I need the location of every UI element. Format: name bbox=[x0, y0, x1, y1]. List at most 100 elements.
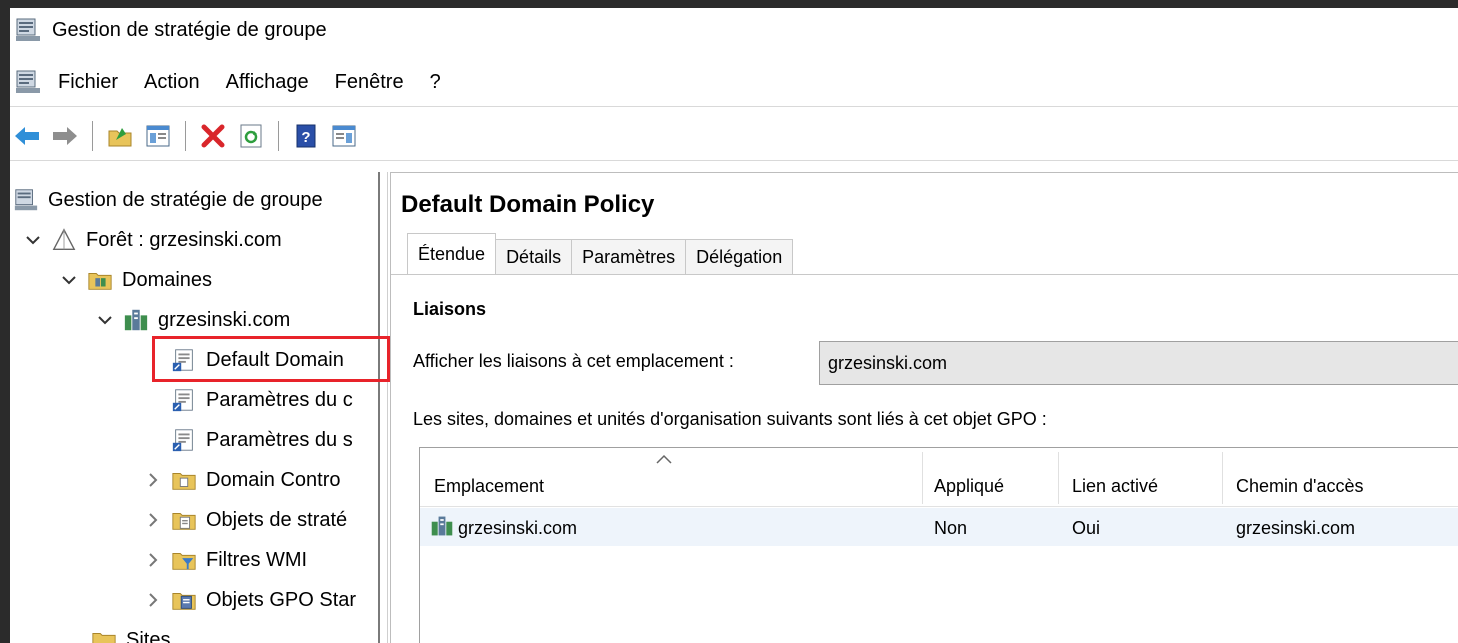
tree-label-gpo-objects: Objets de straté bbox=[206, 508, 348, 531]
column-divider[interactable] bbox=[922, 452, 923, 504]
window-title: Gestion de stratégie de groupe bbox=[52, 18, 327, 41]
tab-details[interactable]: Détails bbox=[495, 239, 573, 275]
up-folder-button[interactable] bbox=[103, 119, 137, 153]
console-tree: Gestion de stratégie de groupe Forêt : g… bbox=[10, 172, 378, 643]
tree-label-param-s: Paramètres du s bbox=[206, 428, 353, 451]
refresh-button[interactable] bbox=[234, 119, 268, 153]
menu-action[interactable]: Action bbox=[142, 69, 202, 96]
ou-folder-icon bbox=[170, 466, 198, 494]
delete-button[interactable] bbox=[196, 119, 230, 153]
tree-node-param-c[interactable]: Paramètres du c bbox=[170, 380, 353, 420]
gpo-folder-icon bbox=[170, 506, 198, 534]
forward-icon bbox=[53, 127, 77, 145]
menu-fenetre[interactable]: Fenêtre bbox=[333, 69, 406, 96]
cell-location: grzesinski.com bbox=[458, 518, 578, 538]
pane-splitter[interactable] bbox=[378, 172, 388, 643]
gpo-link-icon bbox=[170, 346, 198, 374]
toolbar-separator bbox=[185, 121, 186, 151]
column-header-lien-active[interactable]: Lien activé bbox=[1072, 476, 1158, 497]
column-divider[interactable] bbox=[1222, 452, 1223, 504]
display-links-value: grzesinski.com bbox=[828, 352, 948, 373]
column-divider[interactable] bbox=[1058, 452, 1059, 504]
chevron-right-icon[interactable] bbox=[142, 509, 164, 531]
tree-label-forest: Forêt : grzesinski.com bbox=[86, 228, 282, 251]
chevron-down-icon[interactable] bbox=[58, 269, 80, 291]
column-header-emplacement[interactable]: Emplacement bbox=[434, 476, 544, 497]
tree-node-domain-controllers[interactable]: Domain Contro bbox=[142, 460, 341, 500]
tree-node-domains[interactable]: Domaines bbox=[58, 260, 212, 300]
tree-node-default-domain[interactable]: Default Domain bbox=[170, 340, 344, 380]
display-links-label: Afficher les liaisons à cet emplacement … bbox=[413, 351, 734, 371]
show-action-pane-button[interactable] bbox=[327, 119, 361, 153]
chevron-right-icon[interactable] bbox=[142, 589, 164, 611]
tree-node-wmi-filters[interactable]: Filtres WMI bbox=[142, 540, 307, 580]
domain-icon bbox=[122, 306, 150, 334]
chevron-down-icon[interactable] bbox=[22, 229, 44, 251]
cell-path: grzesinski.com bbox=[1236, 518, 1356, 538]
delete-icon bbox=[201, 124, 225, 148]
menu-divider bbox=[10, 106, 1458, 107]
tree-node-sites[interactable]: Sites bbox=[90, 620, 170, 643]
gpmc-window: Gestion de stratégie de groupe Fichier A… bbox=[10, 8, 1458, 643]
tree-label-param-c: Paramètres du c bbox=[206, 388, 353, 411]
links-list: Emplacement Appliqué Lien activé Chemin … bbox=[419, 447, 1458, 643]
menu-bar: Fichier Action Affichage Fenêtre ? bbox=[10, 60, 1458, 104]
section-heading-liaisons: Liaisons bbox=[413, 299, 487, 319]
title-bar: Gestion de stratégie de groupe bbox=[10, 8, 1458, 52]
show-hide-tree-button[interactable] bbox=[141, 119, 175, 153]
tab-baseline bbox=[391, 274, 1458, 275]
menu-help[interactable]: ? bbox=[428, 69, 443, 96]
cell-enforced: Non bbox=[934, 518, 968, 538]
chevron-right-icon[interactable] bbox=[142, 549, 164, 571]
chevron-right-icon[interactable] bbox=[142, 469, 164, 491]
tab-etendue[interactable]: Étendue bbox=[407, 233, 497, 275]
tree-node-forest[interactable]: Forêt : grzesinski.com bbox=[22, 220, 282, 260]
domain-icon bbox=[430, 514, 454, 543]
tree-label-domain: grzesinski.com bbox=[158, 308, 291, 331]
links-list-header: Emplacement Appliqué Lien activé Chemin … bbox=[420, 448, 1458, 507]
toolbar-separator bbox=[92, 121, 93, 151]
details-pane: Default Domain Policy Étendue Détails Pa… bbox=[390, 172, 1458, 643]
tree-label-domains: Domaines bbox=[122, 268, 213, 291]
tree-label-root: Gestion de stratégie de groupe bbox=[48, 188, 323, 211]
gpmc-app-icon bbox=[16, 18, 40, 41]
tree-node-domain[interactable]: grzesinski.com bbox=[94, 300, 290, 340]
menu-fichier[interactable]: Fichier bbox=[56, 69, 120, 96]
forward-button[interactable] bbox=[48, 119, 82, 153]
system-menu-icon[interactable] bbox=[14, 68, 42, 96]
back-button[interactable] bbox=[10, 119, 44, 153]
toolbar: ? bbox=[10, 114, 365, 158]
tab-delegation[interactable]: Délégation bbox=[685, 239, 794, 275]
help-button[interactable]: ? bbox=[289, 119, 323, 153]
table-row[interactable]: grzesinski.com Non Oui grzesinski.com bbox=[420, 508, 1458, 546]
up-folder-icon bbox=[108, 128, 132, 147]
wmi-filter-folder-icon bbox=[170, 546, 198, 574]
tree-label-starter-gpo: Objets GPO Star bbox=[206, 588, 357, 611]
chevron-down-icon[interactable] bbox=[94, 309, 116, 331]
tree-node-root[interactable]: Gestion de stratégie de groupe bbox=[12, 180, 323, 220]
cell-link-enabled: Oui bbox=[1072, 518, 1101, 538]
tree-node-starter-gpo[interactable]: Objets GPO Star bbox=[142, 580, 356, 620]
tree-label-wmi-filters: Filtres WMI bbox=[206, 548, 308, 571]
tree-label-domain-controllers: Domain Contro bbox=[206, 468, 341, 491]
show-action-pane-icon bbox=[332, 125, 356, 147]
tab-strip: Étendue Détails Paramètres Délégation bbox=[407, 233, 794, 275]
sort-ascending-icon bbox=[656, 454, 672, 464]
column-header-chemin[interactable]: Chemin d'accès bbox=[1236, 476, 1364, 497]
column-header-applique[interactable]: Appliqué bbox=[934, 476, 1004, 497]
tree-node-param-s[interactable]: Paramètres du s bbox=[170, 420, 353, 460]
sites-folder-icon bbox=[90, 626, 118, 643]
starter-gpo-folder-icon bbox=[170, 586, 198, 614]
tree-node-gpo-objects[interactable]: Objets de straté bbox=[142, 500, 347, 540]
display-links-combobox[interactable]: grzesinski.com bbox=[819, 341, 1458, 385]
domains-folder-icon bbox=[86, 266, 114, 294]
gpmc-root-icon bbox=[12, 186, 40, 214]
tree-label-sites: Sites bbox=[126, 628, 171, 643]
menu-affichage[interactable]: Affichage bbox=[224, 69, 311, 96]
refresh-icon bbox=[240, 124, 262, 148]
svg-text:?: ? bbox=[301, 129, 310, 146]
gpo-link-icon bbox=[170, 386, 198, 414]
gpo-link-icon bbox=[170, 426, 198, 454]
toolbar-divider bbox=[10, 160, 1458, 161]
tab-parametres[interactable]: Paramètres bbox=[571, 239, 687, 275]
